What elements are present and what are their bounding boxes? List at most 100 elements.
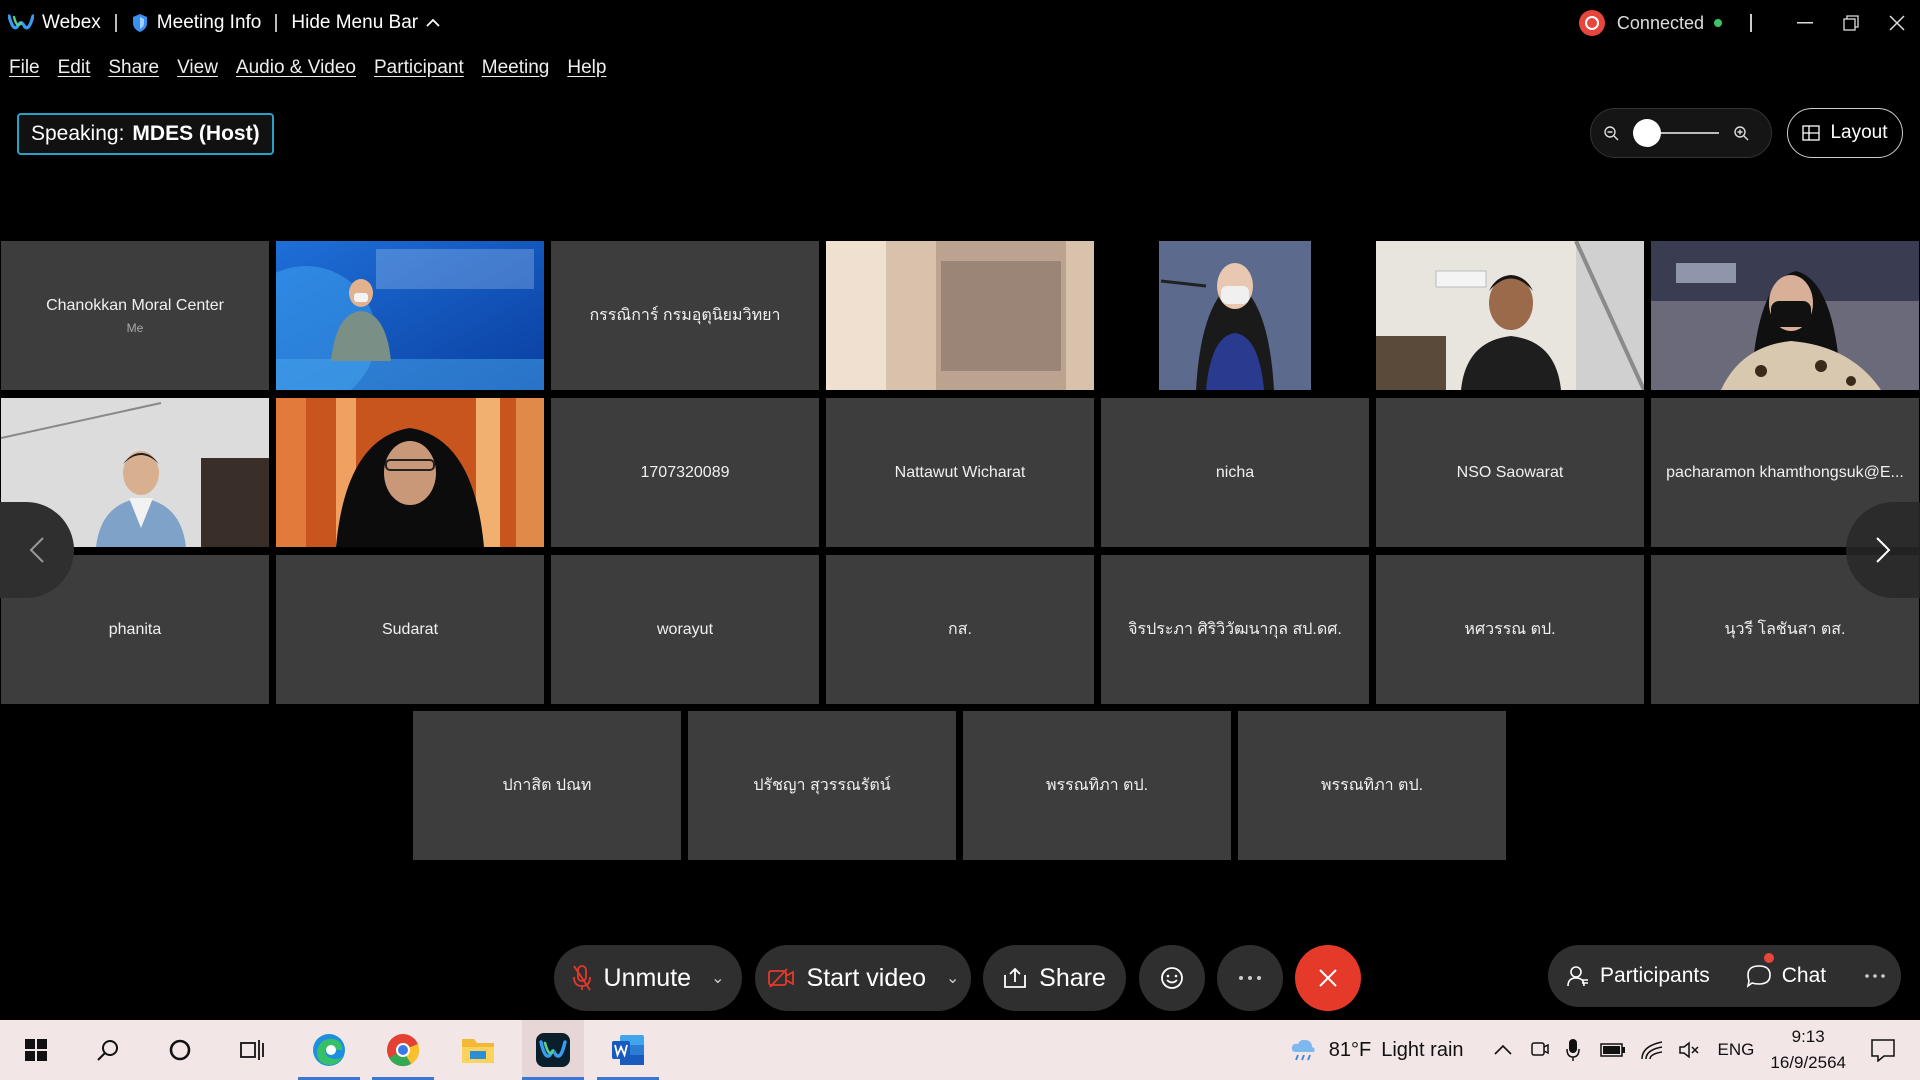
windows-taskbar: 81°F Light rain ENG 9:13 16/9/2564 — [0, 1020, 1920, 1080]
menu-meeting[interactable]: Meeting — [482, 57, 550, 79]
zoom-out-icon[interactable] — [1603, 125, 1619, 141]
speaker-name: MDES (Host) — [132, 122, 260, 145]
taskbar-file-explorer[interactable] — [447, 1020, 509, 1080]
participant-tile[interactable]: หศวรรณ ตป. — [1376, 555, 1644, 704]
weather-rain-icon — [1291, 1039, 1315, 1061]
participant-video-tile[interactable] — [1101, 241, 1369, 390]
microphone-icon[interactable] — [1565, 1038, 1580, 1062]
taskbar-webex[interactable] — [522, 1020, 584, 1080]
input-language-indicator[interactable]: ENG — [1718, 1040, 1755, 1060]
menu-file[interactable]: File — [9, 57, 40, 79]
share-button[interactable]: Share — [983, 945, 1126, 1011]
participant-tile[interactable]: กส. — [826, 555, 1094, 704]
notification-center-icon[interactable] — [1870, 1038, 1896, 1062]
start-video-button[interactable]: Start video ⌄ — [755, 945, 971, 1011]
zoom-in-icon[interactable] — [1733, 125, 1749, 141]
video-zoom-control — [1590, 108, 1772, 158]
task-view-icon — [240, 1040, 264, 1060]
search-icon — [97, 1040, 118, 1061]
chevron-down-icon[interactable]: ⌄ — [946, 968, 959, 988]
close-icon — [1319, 969, 1337, 987]
participant-video-tile[interactable] — [276, 241, 544, 390]
menu-help[interactable]: Help — [567, 57, 606, 79]
restore-icon — [1843, 15, 1859, 31]
unmute-button[interactable]: Unmute ⌄ — [554, 945, 742, 1011]
title-separator — [114, 14, 117, 32]
participant-tile[interactable]: Sudarat — [276, 555, 544, 704]
participant-video-tile[interactable] — [826, 241, 1094, 390]
recording-icon[interactable] — [1578, 10, 1605, 36]
volume-muted-icon[interactable] — [1678, 1040, 1700, 1060]
title-bar: Webex Meeting Info Hide Menu Bar Connect… — [0, 0, 1920, 46]
chevron-right-icon — [1876, 537, 1891, 563]
participant-video-tile[interactable] — [1651, 241, 1919, 390]
participant-video-tile[interactable] — [276, 398, 544, 547]
restore-button[interactable] — [1828, 0, 1874, 46]
menu-audio-video[interactable]: Audio & Video — [236, 57, 356, 79]
wifi-icon[interactable] — [1640, 1040, 1664, 1060]
shield-icon — [132, 14, 147, 32]
participant-tile[interactable]: Chanokkan Moral Center Me — [1, 241, 269, 390]
participant-tile[interactable]: พรรณทิภา ตป. — [963, 711, 1231, 860]
participant-tile[interactable]: worayut — [551, 555, 819, 704]
clock-date: 16/9/2564 — [1770, 1053, 1846, 1072]
reactions-button[interactable] — [1139, 945, 1205, 1011]
weather-description[interactable]: Light rain — [1381, 1039, 1463, 1062]
title-separator — [275, 14, 278, 32]
menu-participant[interactable]: Participant — [374, 57, 464, 79]
menu-view[interactable]: View — [177, 57, 218, 79]
system-tray: 81°F Light rain ENG 9:13 16/9/2564 — [1289, 1020, 1920, 1080]
more-panels-button[interactable] — [1844, 945, 1906, 1007]
more-icon — [1239, 976, 1261, 980]
participant-tile[interactable]: 1707320089 — [551, 398, 819, 547]
grid-layout-icon — [1802, 125, 1821, 141]
chevron-down-icon[interactable]: ⌄ — [711, 968, 724, 988]
participant-tile[interactable]: กรรณิการ์ กรมอุตุนิยมวิทยา — [551, 241, 819, 390]
layout-button[interactable]: Layout — [1787, 108, 1903, 158]
participant-tile[interactable]: จิรประภา ศิริวิวัฒนากุล สป.ดศ. — [1101, 555, 1369, 704]
participant-video-tile[interactable] — [1376, 241, 1644, 390]
windows-logo-icon — [25, 1039, 47, 1061]
participant-tile[interactable]: Nattawut Wicharat — [826, 398, 1094, 547]
taskbar-word[interactable] — [597, 1020, 659, 1080]
man-in-room-video — [1376, 241, 1644, 390]
leave-meeting-button[interactable] — [1295, 945, 1361, 1011]
zoom-slider-handle[interactable] — [1633, 119, 1661, 147]
battery-icon[interactable] — [1599, 1041, 1626, 1059]
chevron-up-icon[interactable] — [1493, 1044, 1512, 1056]
taskbar-chrome[interactable] — [372, 1020, 434, 1080]
participants-button[interactable]: Participants — [1548, 945, 1728, 1007]
minimize-button[interactable] — [1782, 0, 1828, 46]
weather-temperature[interactable]: 81°F — [1329, 1039, 1371, 1062]
meeting-info-button[interactable]: Meeting Info — [131, 12, 261, 34]
meet-now-icon[interactable] — [1530, 1039, 1550, 1061]
menu-edit[interactable]: Edit — [58, 57, 91, 79]
task-view-button[interactable] — [221, 1020, 283, 1080]
clock[interactable]: 9:13 16/9/2564 — [1770, 1024, 1846, 1076]
emoji-icon — [1161, 967, 1183, 989]
cortana-button[interactable] — [149, 1020, 211, 1080]
participant-tile[interactable]: ปกาสิต ปณท — [413, 711, 681, 860]
woman-mask-video — [1651, 241, 1919, 390]
title-separator — [1750, 14, 1752, 32]
participant-name: พรรณทิภา ตป. — [1045, 777, 1149, 794]
search-button[interactable] — [77, 1020, 139, 1080]
hide-menu-bar-button[interactable]: Hide Menu Bar — [291, 12, 440, 34]
start-button[interactable] — [5, 1020, 67, 1080]
zoom-slider[interactable] — [1633, 119, 1719, 147]
menu-share[interactable]: Share — [108, 57, 159, 79]
connection-indicator-icon — [1714, 19, 1722, 27]
participant-tile[interactable]: พรรณทิภา ตป. — [1238, 711, 1506, 860]
participant-tile[interactable]: ปรัชญา สุวรรณรัตน์ — [688, 711, 956, 860]
participant-tile[interactable]: NSO Saowarat — [1376, 398, 1644, 547]
close-window-button[interactable] — [1874, 0, 1920, 46]
chevron-up-icon — [426, 18, 440, 27]
taskbar-edge[interactable] — [298, 1020, 360, 1080]
share-label: Share — [1039, 963, 1106, 992]
participant-tile[interactable]: nicha — [1101, 398, 1369, 547]
clock-time: 9:13 — [1791, 1027, 1825, 1046]
word-app-icon — [612, 1035, 644, 1065]
more-options-button[interactable] — [1217, 945, 1283, 1011]
participant-name: กส. — [948, 621, 972, 638]
chat-button[interactable]: Chat — [1728, 945, 1844, 1007]
